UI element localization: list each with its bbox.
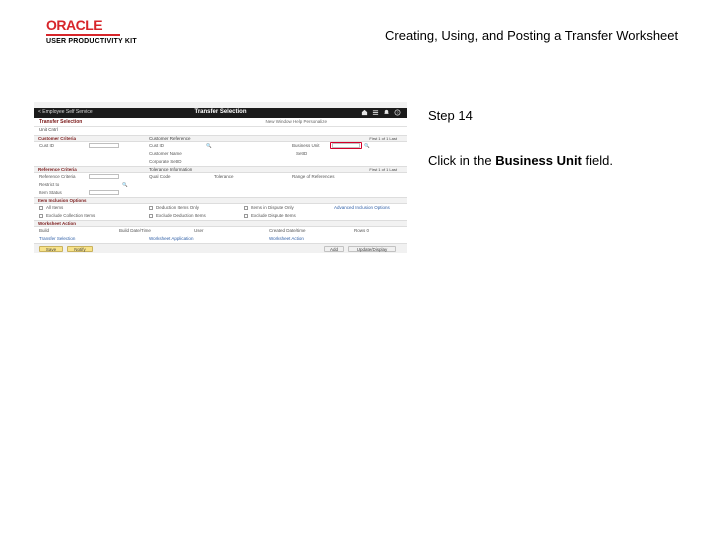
lbl-build-date: Build Date/Time: [119, 229, 151, 234]
lbl-rows: Rows 0: [354, 229, 369, 234]
lbl-build: Build: [39, 229, 49, 234]
pager[interactable]: First 1 of 1 Last: [369, 137, 397, 141]
label-corporate-setid: Corporate SetID: [149, 160, 182, 165]
notify-button[interactable]: Notify: [67, 246, 93, 252]
lbl-all-items: All Items: [46, 206, 63, 211]
add-button[interactable]: Add: [324, 246, 344, 252]
label-custid: Cust ID: [39, 144, 54, 149]
section-mid: Customer Reference: [149, 137, 191, 142]
ref-criteria-select[interactable]: [89, 174, 119, 179]
section-item-inclusion: Item Inclusion Options: [34, 197, 407, 204]
lbl-deduction-only: Deduction Items Only: [156, 206, 199, 211]
cb-exclude-collection[interactable]: [39, 214, 43, 218]
app-screenshot: < Employee Self Service Transfer Selecti…: [34, 102, 407, 320]
lbl-user: User: [194, 229, 204, 234]
cust-id-select[interactable]: [89, 143, 119, 148]
item-status-select[interactable]: [89, 190, 119, 195]
brand-block: ORACLE USER PRODUCTIVITY KIT: [46, 18, 137, 45]
label-business-unit: Business Unit: [292, 144, 320, 149]
pager2[interactable]: First 1 of 1 Last: [369, 168, 397, 172]
update-display-button[interactable]: Update/Display: [348, 246, 396, 252]
page-heading: Transfer Selection: [39, 120, 82, 125]
label-qual-code: Qual Code: [149, 175, 171, 180]
save-button[interactable]: Save: [39, 246, 63, 252]
lnk-worksheet-app[interactable]: Worksheet Application: [149, 237, 193, 242]
section-worksheet-action: Worksheet Action: [34, 220, 407, 227]
app-header-bar: < Employee Self Service Transfer Selecti…: [34, 108, 407, 118]
section-reference-criteria: Reference Criteria Tolerance Information…: [34, 166, 407, 173]
instr-prefix: Click in the: [428, 153, 495, 168]
brand-kit-label: USER PRODUCTIVITY KIT: [46, 38, 137, 45]
oracle-logo: ORACLE: [46, 18, 137, 32]
menu-icon[interactable]: [372, 109, 379, 116]
label-tolerance: Tolerance: [214, 175, 234, 180]
button-bar: Save Notify Add Update/Display: [34, 243, 407, 253]
label-item-status: Item Status: [39, 191, 62, 196]
label-custid2: Cust ID: [149, 144, 164, 149]
help-icon[interactable]: ?: [394, 109, 401, 116]
adv-inclusion-link[interactable]: Advanced Inclusion Options: [334, 206, 390, 211]
instruction-text: Click in the Business Unit field.: [428, 153, 613, 168]
section-customer-criteria: Customer Criteria Customer Reference Fir…: [34, 135, 407, 142]
brand-underline: [46, 34, 120, 36]
back-link[interactable]: < Employee Self Service: [38, 110, 93, 115]
step-label: Step 14: [428, 108, 613, 123]
lookup-icon-2[interactable]: 🔍: [122, 183, 128, 188]
top-hint: New Window Help Personalize: [265, 120, 327, 125]
instruction-panel: Step 14 Click in the Business Unit field…: [428, 108, 613, 168]
lnk-transfer-selection[interactable]: Transfer Selection: [39, 237, 75, 242]
bell-icon[interactable]: [383, 109, 390, 116]
svg-text:?: ?: [397, 111, 399, 115]
lbl-exclude-dispute: Exclude Dispute Items: [251, 214, 296, 219]
screen-title: Transfer Selection: [194, 109, 246, 115]
cb-exclude-dispute[interactable]: [244, 214, 248, 218]
lbl-exclude-deduction: Exclude Deduction Items: [156, 214, 206, 219]
bu-lookup-icon[interactable]: 🔍: [364, 144, 370, 149]
instr-bold: Business Unit: [495, 153, 582, 168]
label-customer-name: Customer Name: [149, 152, 182, 157]
cb-dispute-only[interactable]: [244, 206, 248, 210]
page-title: Creating, Using, and Posting a Transfer …: [385, 28, 678, 43]
label-range-ref: Range of References: [292, 175, 335, 180]
section-label: Worksheet Action: [38, 222, 76, 227]
lbl-created-dt: Created Date/time: [269, 229, 306, 234]
cb-deduction-only[interactable]: [149, 206, 153, 210]
label-setid-right: SetID: [296, 152, 307, 157]
section-label: Item Inclusion Options: [38, 199, 87, 204]
cb-all-items[interactable]: [39, 206, 43, 210]
lookup-icon[interactable]: 🔍: [206, 144, 212, 149]
cb-exclude-deduction[interactable]: [149, 214, 153, 218]
label-ref-criteria: Reference Criteria: [39, 175, 76, 180]
instr-suffix: field.: [582, 153, 613, 168]
business-unit-field[interactable]: [332, 143, 360, 148]
section-label: Reference Criteria: [38, 168, 77, 173]
home-icon[interactable]: [361, 109, 368, 116]
unit-crumb: Unit Cntrl: [39, 128, 58, 133]
section-mid: Tolerance Information: [149, 168, 192, 173]
lbl-dispute-only: Items in Dispute Only: [251, 206, 294, 211]
lbl-exclude-collection: Exclude Collection Items: [46, 214, 95, 219]
lnk-worksheet-action[interactable]: Worksheet Action: [269, 237, 304, 242]
label-restrict: Restrict to: [39, 183, 59, 188]
section-label: Customer Criteria: [38, 137, 76, 142]
